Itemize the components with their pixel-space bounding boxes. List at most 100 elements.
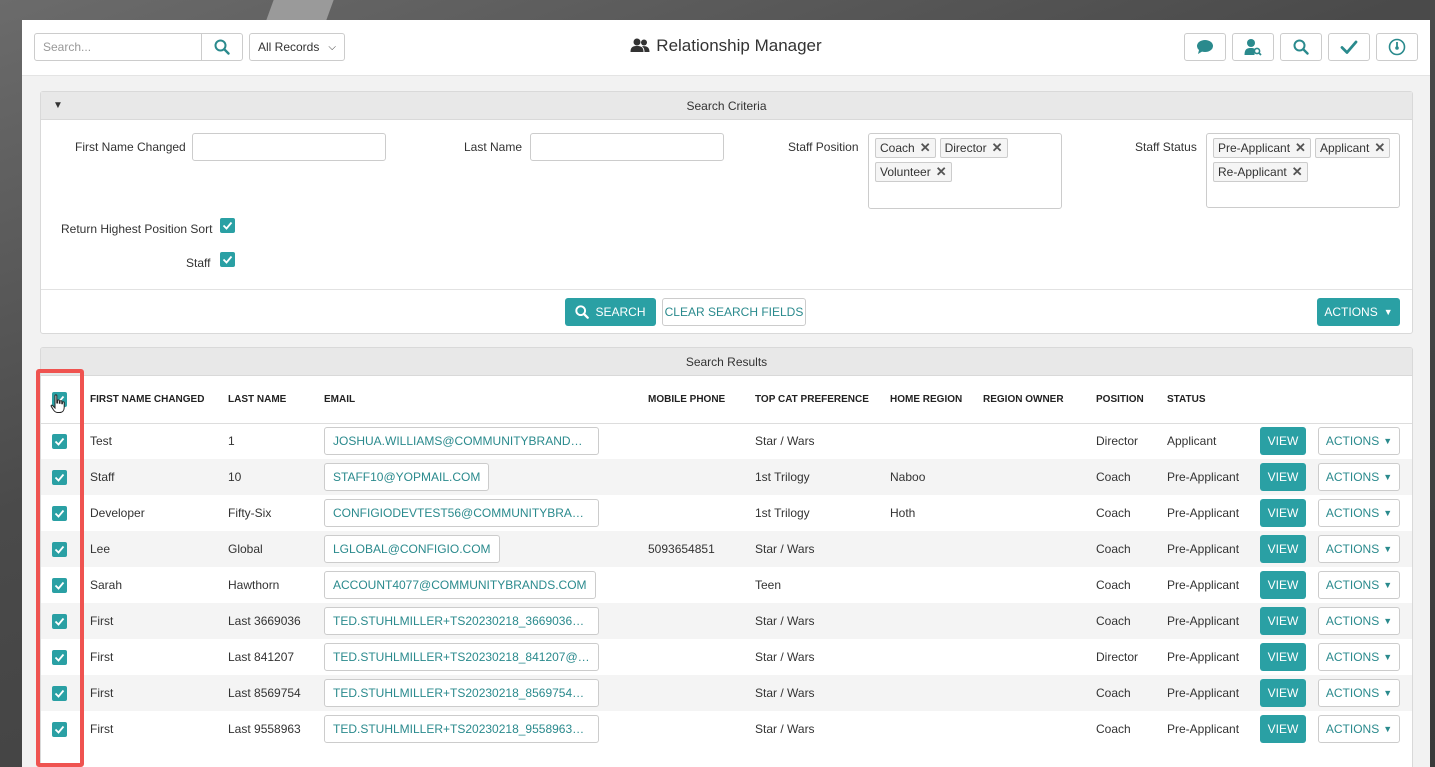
tag-label: Coach bbox=[880, 141, 915, 155]
row-checkbox[interactable] bbox=[52, 721, 67, 737]
clear-search-label: CLEAR SEARCH FIELDS bbox=[664, 305, 804, 319]
view-button[interactable]: VIEW bbox=[1260, 607, 1306, 635]
caret-down-icon: ▼ bbox=[1383, 436, 1393, 447]
remove-tag-icon[interactable]: ✕ bbox=[1295, 140, 1306, 156]
remove-tag-icon[interactable]: ✕ bbox=[1292, 164, 1303, 180]
first-name-cell: First bbox=[84, 603, 222, 639]
column-header[interactable]: FIRST NAME CHANGED bbox=[84, 376, 222, 424]
row-actions-label: ACTIONS bbox=[1325, 722, 1380, 736]
last-name-input[interactable] bbox=[530, 133, 724, 161]
view-button[interactable]: VIEW bbox=[1260, 643, 1306, 671]
row-actions-button[interactable]: ACTIONS ▼ bbox=[1318, 643, 1400, 671]
row-actions-button[interactable]: ACTIONS ▼ bbox=[1318, 427, 1400, 456]
email-link[interactable]: CONFIGIODEVTEST56@COMMUNITYBRANDS... bbox=[324, 499, 599, 527]
email-link[interactable]: TED.STUHLMILLER+TS20230218_841207@C... bbox=[324, 643, 599, 671]
row-actions-button[interactable]: ACTIONS ▼ bbox=[1318, 571, 1400, 599]
staff-status-multiselect[interactable]: Pre-Applicant ✕ Applicant ✕ Re-Applicant ✕ bbox=[1206, 133, 1400, 208]
chat-button[interactable] bbox=[1184, 33, 1226, 61]
search-criteria-header[interactable]: ▼ Search Criteria bbox=[41, 92, 1412, 120]
view-button[interactable]: VIEW bbox=[1260, 535, 1306, 563]
caret-down-icon: ▼ bbox=[1383, 724, 1393, 734]
mobile-phone-cell bbox=[642, 459, 749, 495]
remove-tag-icon[interactable]: ✕ bbox=[920, 140, 931, 156]
table-row: Developer Fifty-Six CONFIGIODEVTEST56@COMM… bbox=[41, 495, 1412, 531]
last-name-cell: Global bbox=[222, 531, 318, 567]
column-header[interactable]: TOP CAT PREFERENCE bbox=[749, 376, 884, 424]
view-button[interactable]: VIEW bbox=[1260, 499, 1306, 527]
row-checkbox[interactable] bbox=[52, 649, 67, 665]
email-link[interactable]: TED.STUHLMILLER+TS20230218_8569754@C... bbox=[324, 679, 599, 707]
column-header[interactable]: HOME REGION bbox=[884, 376, 977, 424]
caret-down-icon: ▼ bbox=[1383, 472, 1393, 482]
view-button[interactable]: VIEW bbox=[1260, 679, 1306, 707]
check-icon bbox=[54, 725, 65, 734]
collapse-caret-icon[interactable]: ▼ bbox=[53, 92, 63, 120]
row-actions-button[interactable]: ACTIONS ▼ bbox=[1318, 499, 1400, 527]
first-name-cell: Developer bbox=[84, 495, 222, 531]
email-link[interactable]: STAFF10@YOPMAIL.COM bbox=[324, 463, 490, 491]
actions-cell: ACTIONS ▼ bbox=[1312, 495, 1412, 531]
column-header[interactable]: EMAIL bbox=[318, 376, 642, 424]
row-checkbox[interactable] bbox=[52, 541, 67, 557]
email-link[interactable]: LGLOBAL@CONFIGIO.COM bbox=[324, 535, 500, 563]
criteria-actions-button[interactable]: ACTIONS ▼ bbox=[1317, 298, 1400, 326]
tag-pre-applicant: Pre-Applicant ✕ bbox=[1213, 138, 1311, 158]
remove-tag-icon[interactable]: ✕ bbox=[1374, 140, 1385, 156]
search-criteria-panel: ▼ Search Criteria First Name Changed Las… bbox=[40, 91, 1413, 334]
column-header[interactable]: MOBILE PHONE bbox=[642, 376, 749, 424]
staff-checkbox[interactable] bbox=[220, 252, 235, 267]
column-header[interactable]: REGION OWNER bbox=[977, 376, 1090, 424]
records-filter-select[interactable]: All Records ⌵ bbox=[249, 33, 345, 61]
row-actions-button[interactable]: ACTIONS ▼ bbox=[1318, 607, 1400, 635]
staff-position-multiselect[interactable]: Coach ✕ Director ✕ Volunteer ✕ bbox=[868, 133, 1062, 209]
view-button[interactable]: VIEW bbox=[1260, 463, 1306, 491]
row-select-cell bbox=[41, 495, 84, 531]
search-submit-label: SEARCH bbox=[595, 305, 646, 319]
column-header[interactable]: POSITION bbox=[1090, 376, 1161, 424]
row-actions-button[interactable]: ACTIONS ▼ bbox=[1318, 679, 1400, 707]
row-checkbox[interactable] bbox=[52, 577, 67, 593]
row-actions-button[interactable]: ACTIONS ▼ bbox=[1318, 463, 1400, 491]
remove-tag-icon[interactable]: ✕ bbox=[992, 140, 1003, 156]
last-name-cell: Fifty-Six bbox=[222, 495, 318, 531]
clear-search-button[interactable]: CLEAR SEARCH FIELDS bbox=[662, 298, 806, 326]
actions-cell: ACTIONS ▼ bbox=[1312, 603, 1412, 639]
row-select-cell bbox=[41, 675, 84, 711]
home-region-cell bbox=[884, 423, 977, 459]
row-checkbox[interactable] bbox=[52, 433, 67, 449]
row-actions-button[interactable]: ACTIONS ▼ bbox=[1318, 535, 1400, 563]
view-button[interactable]: VIEW bbox=[1260, 715, 1306, 743]
search-icon bbox=[575, 305, 590, 319]
search-results-panel: Search Results FIRST NAME CHANGED LAST N… bbox=[40, 347, 1413, 767]
row-checkbox[interactable] bbox=[52, 505, 67, 521]
column-header[interactable]: LAST NAME bbox=[222, 376, 318, 424]
view-button[interactable]: VIEW bbox=[1260, 427, 1306, 456]
column-header[interactable]: STATUS bbox=[1161, 376, 1254, 424]
row-checkbox[interactable] bbox=[52, 685, 67, 701]
user-search-button[interactable] bbox=[1232, 33, 1274, 61]
search-button[interactable] bbox=[1280, 33, 1322, 61]
check-button[interactable] bbox=[1328, 33, 1370, 61]
first-name-cell: First bbox=[84, 639, 222, 675]
email-link[interactable]: TED.STUHLMILLER+TS20230218_9558963@C... bbox=[324, 715, 599, 743]
highest-position-checkbox[interactable] bbox=[220, 218, 235, 233]
row-checkbox[interactable] bbox=[52, 469, 67, 485]
dashboard-button[interactable] bbox=[1376, 33, 1418, 61]
remove-tag-icon[interactable]: ✕ bbox=[936, 164, 947, 180]
global-search-button[interactable] bbox=[201, 33, 243, 61]
row-actions-button[interactable]: ACTIONS ▼ bbox=[1318, 715, 1400, 743]
email-link[interactable]: TED.STUHLMILLER+TS20230218_3669036@C... bbox=[324, 607, 599, 635]
view-button[interactable]: VIEW bbox=[1260, 571, 1306, 599]
email-cell: ACCOUNT4077@COMMUNITYBRANDS.COM bbox=[318, 567, 642, 603]
view-cell: VIEW bbox=[1254, 711, 1312, 747]
email-link[interactable]: JOSHUA.WILLIAMS@COMMUNITYBRANDS.C... bbox=[324, 427, 599, 456]
search-submit-button[interactable]: SEARCH bbox=[565, 298, 656, 326]
first-name-input[interactable] bbox=[192, 133, 386, 161]
global-search-input[interactable] bbox=[34, 33, 202, 61]
staff-position-label: Staff Position bbox=[788, 140, 859, 154]
caret-down-icon: ▼ bbox=[1383, 688, 1393, 698]
email-link[interactable]: ACCOUNT4077@COMMUNITYBRANDS.COM bbox=[324, 571, 596, 599]
actions-cell: ACTIONS ▼ bbox=[1312, 675, 1412, 711]
row-actions-label: ACTIONS bbox=[1325, 650, 1380, 664]
row-checkbox[interactable] bbox=[52, 613, 67, 629]
